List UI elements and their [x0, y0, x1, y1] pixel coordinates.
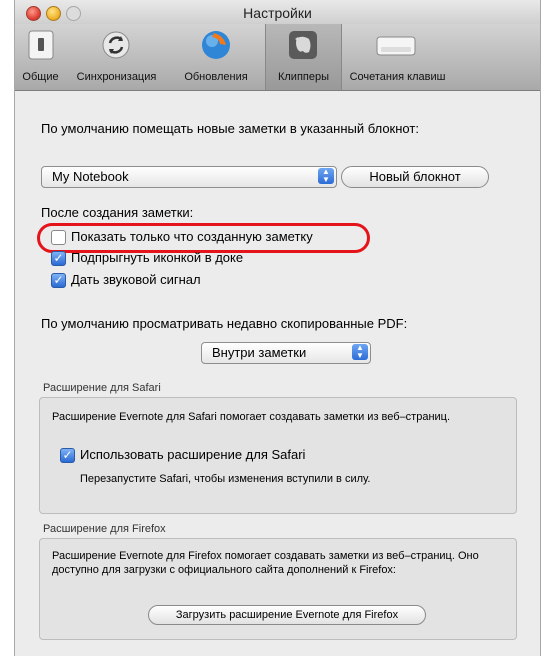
firefox-group-title: Расширение для Firefox: [43, 523, 166, 535]
preferences-toolbar: Общие Синхронизация Обновления Клипперы …: [15, 24, 540, 91]
tab-clippers[interactable]: Клипперы: [265, 24, 342, 90]
tab-updates[interactable]: Обновления: [167, 24, 265, 90]
popup-arrows-icon: ▲ ▼: [318, 168, 334, 184]
safari-description: Расширение Evernote для Safari помогает …: [52, 411, 451, 423]
tab-sync-label: Синхронизация: [76, 71, 157, 83]
use-safari-extension-checkbox[interactable]: ✓: [60, 448, 75, 463]
notebook-select[interactable]: My Notebook ▲ ▼: [41, 166, 337, 188]
new-notebook-button[interactable]: Новый блокнот: [341, 166, 489, 188]
tab-general-label: Общие: [22, 71, 59, 83]
firefox-group: Расширение Evernote для Firefox помогает…: [39, 538, 517, 640]
tab-shortcuts[interactable]: Сочетания клавиш: [340, 24, 455, 90]
notebook-select-value: My Notebook: [52, 169, 129, 184]
pdf-view-select[interactable]: Внутри заметки ▲ ▼: [201, 342, 371, 364]
tab-general[interactable]: Общие: [15, 24, 66, 90]
window-title: Настройки: [243, 5, 312, 21]
default-notebook-label: По умолчанию помещать новые заметки в ук…: [41, 121, 419, 136]
preferences-window: Настройки Общие Синхронизация Обновления: [14, 0, 541, 656]
tab-shortcuts-label: Сочетания клавиш: [349, 71, 446, 83]
use-safari-extension-label: Использовать расширение для Safari: [80, 447, 306, 462]
bounce-dock-checkbox[interactable]: ✓: [51, 251, 66, 266]
keyboard-key-icon: [376, 36, 416, 56]
sync-icon: [100, 29, 132, 61]
safari-group-title: Расширение для Safari: [43, 382, 161, 394]
show-new-note-label: Показать только что созданную заметку: [71, 229, 313, 244]
download-firefox-extension-button[interactable]: Загрузить расширение Evernote для Firefo…: [148, 605, 426, 625]
light-switch-icon: [25, 29, 57, 61]
tab-updates-label: Обновления: [184, 71, 248, 83]
update-globe-icon: [200, 29, 232, 61]
bounce-dock-label: Подпрыгнуть иконкой в доке: [71, 250, 244, 265]
pdf-label: По умолчанию просматривать недавно скопи…: [41, 316, 408, 331]
after-create-label: После создания заметки:: [41, 205, 194, 220]
safari-restart-note: Перезапустите Safari, чтобы изменения вс…: [80, 473, 371, 485]
clippers-pane: По умолчанию помещать новые заметки в ук…: [15, 91, 540, 656]
pdf-view-select-value: Внутри заметки: [212, 345, 307, 360]
tab-sync[interactable]: Синхронизация: [66, 24, 167, 90]
firefox-description: Расширение Evernote для Firefox помогает…: [52, 550, 479, 576]
title-bar: Настройки: [15, 0, 540, 24]
sound-checkbox[interactable]: ✓: [51, 273, 66, 288]
show-new-note-checkbox[interactable]: [51, 230, 66, 245]
evernote-elephant-icon: [287, 29, 319, 61]
tab-clippers-label: Клипперы: [277, 71, 330, 83]
sound-label: Дать звуковой сигнал: [71, 272, 201, 287]
safari-group: Расширение Evernote для Safari помогает …: [39, 397, 517, 514]
popup-arrows-icon: ▲ ▼: [352, 344, 368, 360]
